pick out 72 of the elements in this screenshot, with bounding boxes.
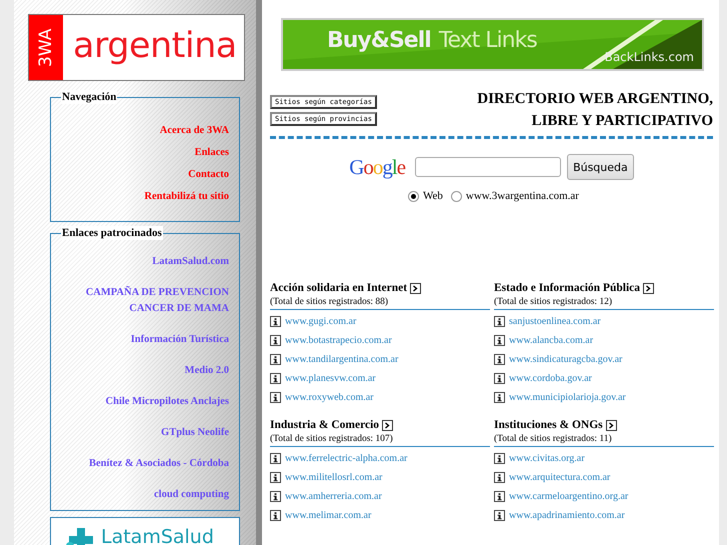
- radio-label: www.3wargentina.com.ar: [466, 190, 579, 202]
- tagline-text: DIRECTORIO WEB ARGENTINO,: [477, 90, 713, 109]
- info-icon: [494, 373, 505, 384]
- info-icon: [494, 453, 505, 464]
- site-link[interactable]: www.arquitectura.com.ar: [509, 472, 610, 483]
- category-title[interactable]: Acción solidaria en Internet: [270, 282, 408, 294]
- nav-link[interactable]: Enlaces: [194, 145, 229, 161]
- nav-link[interactable]: Rentabilizá tu sitio: [144, 189, 229, 205]
- sponsored-link[interactable]: Medio 2.0: [184, 363, 229, 379]
- site-link[interactable]: www.cordoba.gov.ar: [509, 373, 592, 384]
- site-link[interactable]: www.roxyweb.com.ar: [285, 392, 374, 403]
- site-link[interactable]: www.tandilargentina.com.ar: [285, 354, 398, 365]
- sponsored-link[interactable]: cloud computing: [154, 487, 229, 503]
- info-icon: [270, 392, 281, 403]
- google-logo: Google: [349, 154, 406, 180]
- arrow-icon: [643, 282, 654, 294]
- site-count: (Total de sitios registrados: 88): [270, 294, 490, 310]
- sponsored-link[interactable]: Benítez & Asociados - Córdoba: [89, 456, 229, 472]
- category-title[interactable]: Estado e Información Pública: [494, 282, 640, 294]
- site-link[interactable]: www.gugi.com.ar: [285, 316, 356, 327]
- info-icon: [270, 510, 281, 521]
- info-icon: [270, 373, 281, 384]
- ad-subtitle: Text Links: [438, 28, 537, 53]
- site-link[interactable]: www.civitas.org.ar: [509, 453, 585, 464]
- category-title[interactable]: Instituciones & ONGs: [494, 419, 603, 431]
- info-icon: [270, 491, 281, 502]
- nav-link[interactable]: Acerca de 3WA: [160, 123, 229, 139]
- panel-title: Navegación: [61, 90, 118, 104]
- ad-headline: Buy&Sell: [327, 28, 431, 53]
- radio-button[interactable]: [408, 190, 420, 202]
- site-link[interactable]: www.ferrelectric-alpha.com.ar: [285, 453, 408, 464]
- site-link[interactable]: www.carmeloargentino.org.ar: [509, 491, 628, 502]
- sponsored-link[interactable]: LatamSalud.com: [152, 254, 229, 270]
- panel-title: Enlaces patrocinados: [61, 226, 163, 240]
- info-icon: [494, 491, 505, 502]
- info-icon: [494, 392, 505, 403]
- info-icon: [494, 335, 505, 346]
- site-link[interactable]: www.botastrapecio.com.ar: [285, 335, 392, 346]
- search-field[interactable]: [415, 157, 562, 177]
- info-icon: [270, 335, 281, 346]
- info-icon: [270, 354, 281, 365]
- info-icon: [494, 510, 505, 521]
- info-icon: [494, 472, 505, 483]
- info-icon: [270, 316, 281, 327]
- site-link[interactable]: www.militellosrl.com.ar: [285, 472, 382, 483]
- search-button[interactable]: Búsqueda: [567, 154, 634, 180]
- tagline-text: LIBRE Y PARTICIPATIVO: [530, 112, 713, 131]
- site-count: (Total de sitios registrados: 11): [494, 431, 714, 447]
- nav-link[interactable]: Contacto: [188, 167, 229, 183]
- site-link[interactable]: www.alancba.com.ar: [509, 335, 594, 346]
- info-icon: [270, 453, 281, 464]
- sponsor-banner[interactable]: LatamSalud: [50, 517, 240, 545]
- info-icon: [494, 316, 505, 327]
- site-link[interactable]: www.apadrinamiento.com.ar: [509, 510, 625, 521]
- sponsored-link[interactable]: Chile Micropilotes Anclajes: [106, 394, 229, 410]
- site-count: (Total de sitios registrados: 107): [270, 431, 490, 447]
- site-link[interactable]: sanjustoenlinea.com.ar: [509, 316, 601, 327]
- radio-button[interactable]: [450, 190, 462, 202]
- sponsored-link[interactable]: Información Turística: [130, 332, 229, 348]
- site-link[interactable]: www.planesvw.com.ar: [285, 373, 376, 384]
- site-logo[interactable]: 3WA argentina: [28, 14, 245, 81]
- site-count: (Total de sitios registrados: 12): [494, 294, 714, 310]
- sponsored-link[interactable]: GTplus Neolife: [161, 425, 229, 441]
- sponsored-link[interactable]: CAMPAÑA DE PREVENCION CANCER DE MAMA: [64, 285, 229, 317]
- site-link[interactable]: www.amherreria.com.ar: [285, 491, 382, 502]
- site-link[interactable]: www.municipiolarioja.gov.ar: [509, 392, 626, 403]
- info-icon: [270, 472, 281, 483]
- site-link[interactable]: www.sindicaturagcba.gov.ar: [509, 354, 622, 365]
- category-title[interactable]: Industria & Comercio: [270, 419, 380, 431]
- radio-label: Web: [423, 190, 443, 202]
- info-icon: [494, 354, 505, 365]
- site-link[interactable]: www.melimar.com.ar: [285, 510, 372, 521]
